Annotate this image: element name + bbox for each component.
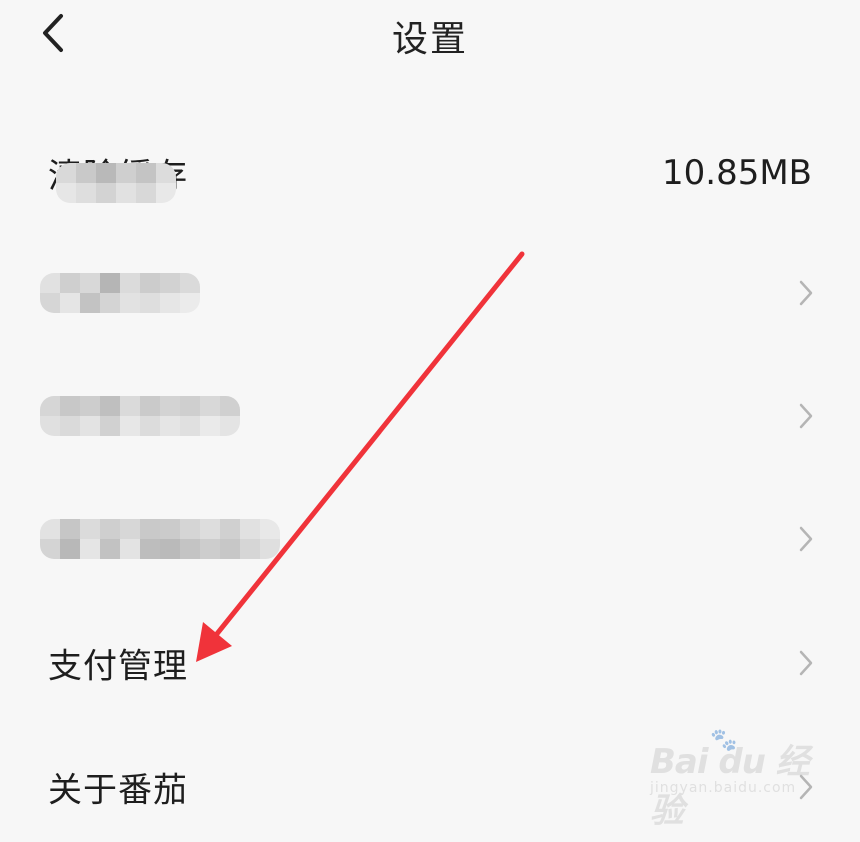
setting-row-obscured-1[interactable]	[0, 238, 860, 348]
chevron-right-icon	[799, 403, 813, 429]
top-bar: 设置	[0, 0, 860, 70]
chevron-right-icon	[799, 650, 813, 676]
setting-label: 支付管理	[48, 646, 188, 687]
blur-mosaic	[40, 273, 200, 313]
chevron-right-icon	[799, 280, 813, 306]
blur-mosaic	[40, 519, 280, 559]
setting-row-payment-management[interactable]: 支付管理	[0, 608, 860, 718]
blur-mosaic	[56, 163, 176, 203]
blur-mosaic	[40, 396, 240, 436]
setting-label: 关于番茄	[48, 770, 188, 811]
cache-size-value: 10.85MB	[662, 153, 812, 193]
watermark-url: jingyan.baidu.com	[650, 780, 797, 796]
watermark: 🐾 Bai du 经验 jingyan.baidu.com	[650, 728, 810, 831]
setting-row-clear-cache[interactable]: 清除缓存 10.85MB	[0, 118, 860, 228]
page-title: 设置	[391, 19, 468, 60]
setting-row-obscured-2[interactable]	[0, 361, 860, 471]
setting-row-obscured-3[interactable]	[0, 484, 860, 594]
chevron-right-icon	[799, 526, 813, 552]
